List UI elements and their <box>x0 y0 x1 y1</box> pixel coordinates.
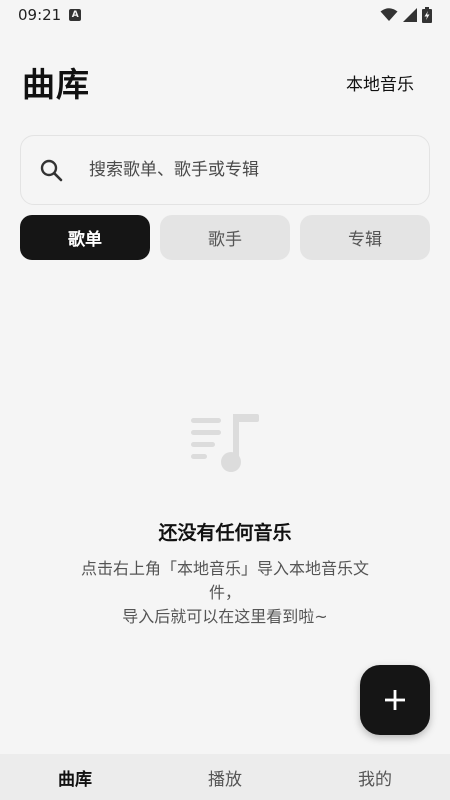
empty-desc-line-2: 件， <box>208 583 241 602</box>
status-left: 09:21 A <box>18 6 82 24</box>
local-music-button[interactable]: 本地音乐 <box>346 70 414 95</box>
nav-library[interactable]: 曲库 <box>0 765 150 790</box>
tab-artists[interactable]: 歌手 <box>160 215 290 260</box>
nav-profile[interactable]: 我的 <box>300 765 450 790</box>
empty-title: 还没有任何音乐 <box>158 522 292 544</box>
search-input[interactable] <box>89 160 429 180</box>
plus-icon <box>385 690 405 710</box>
empty-desc-line-1: 点击右上角「本地音乐」导入本地音乐文 <box>80 559 369 578</box>
status-right <box>380 7 432 23</box>
bottom-nav: 曲库 播放 我的 <box>0 754 450 800</box>
nav-player[interactable]: 播放 <box>150 765 300 790</box>
signal-icon <box>403 8 417 22</box>
category-tabs: 歌单 歌手 专辑 <box>20 215 430 260</box>
add-music-button[interactable] <box>360 665 430 735</box>
battery-charging-icon <box>422 7 432 23</box>
status-time: 09:21 <box>18 6 62 24</box>
tab-albums[interactable]: 专辑 <box>300 215 430 260</box>
library-screen: 09:21 A 曲库 本地音乐 歌单 <box>0 0 450 800</box>
empty-desc-line-3: 导入后就可以在这里看到啦~ <box>122 607 328 626</box>
playlist-music-icon <box>191 414 259 472</box>
a-letter-icon: A <box>69 9 82 21</box>
search-icon <box>40 159 63 182</box>
empty-description: 点击右上角「本地音乐」导入本地音乐文 件， 导入后就可以在这里看到啦~ <box>60 557 390 629</box>
tab-playlists[interactable]: 歌单 <box>20 215 150 260</box>
status-bar: 09:21 A <box>0 0 450 30</box>
wifi-icon <box>380 8 398 21</box>
empty-state: 还没有任何音乐 点击右上角「本地音乐」导入本地音乐文 件， 导入后就可以在这里看… <box>0 410 450 629</box>
page-title: 曲库 <box>22 65 90 104</box>
search-box[interactable] <box>20 135 430 205</box>
header: 曲库 本地音乐 <box>22 58 414 106</box>
